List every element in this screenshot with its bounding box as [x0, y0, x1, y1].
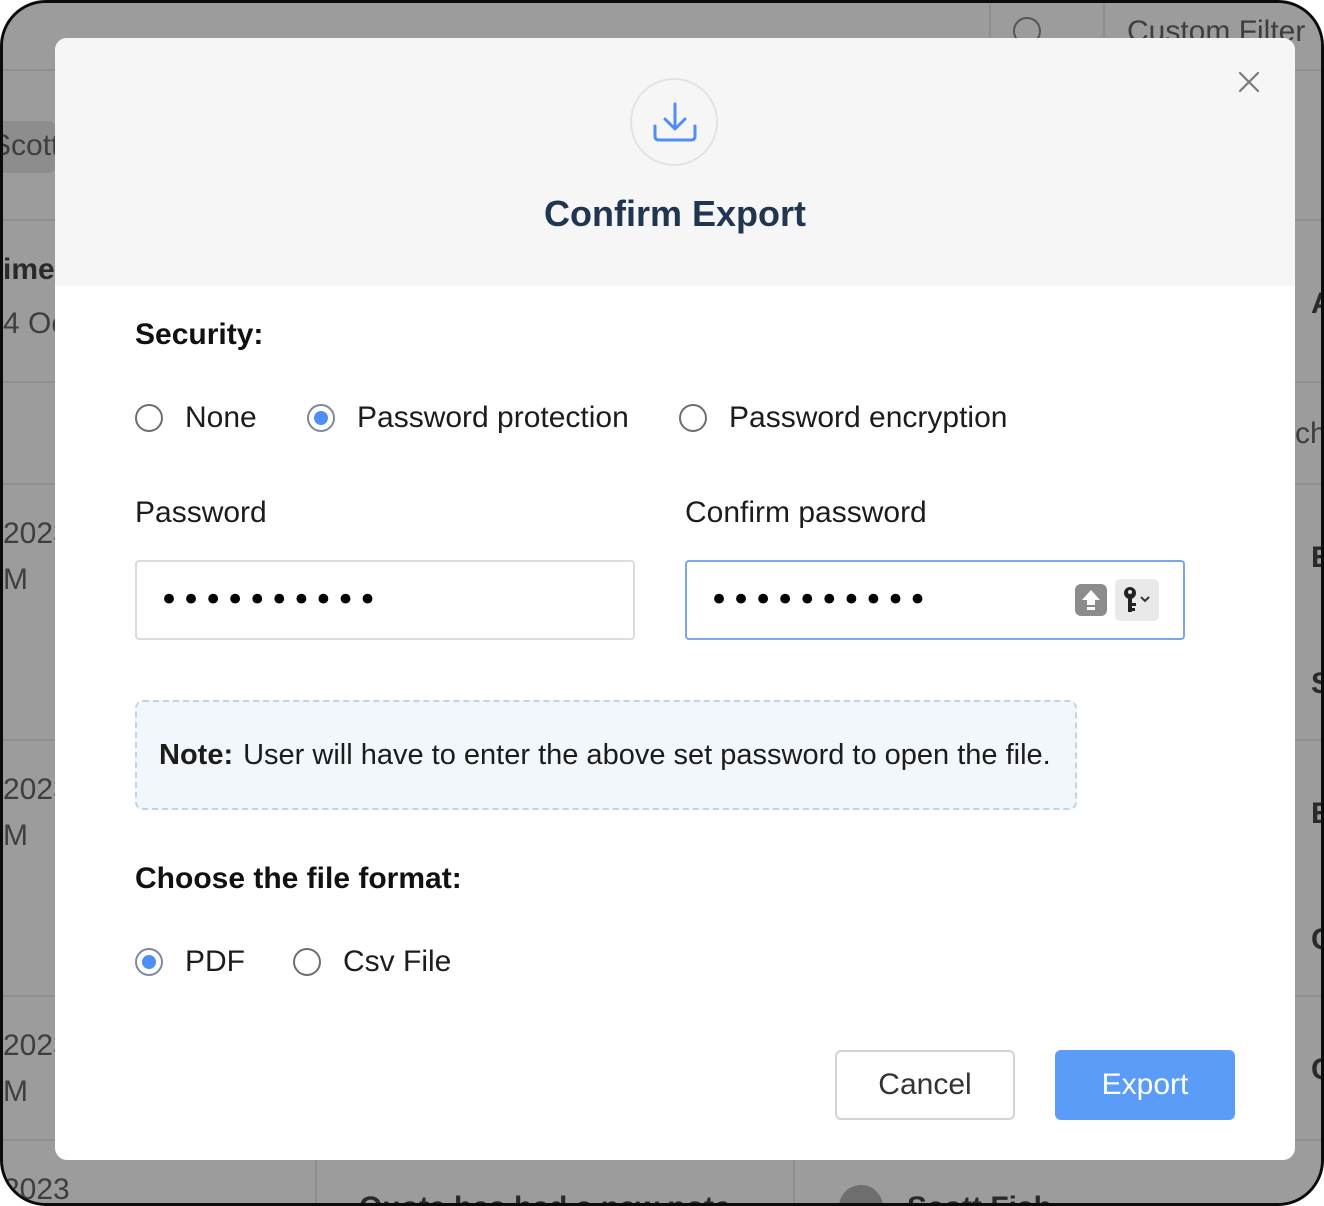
cancel-button[interactable]: Cancel [835, 1050, 1015, 1120]
radio-label: Csv File [343, 945, 452, 978]
dialog-header: Confirm Export [55, 38, 1295, 286]
bg-row-text: Scott Fish [907, 1191, 1052, 1203]
password-input[interactable]: •••••••••• [135, 560, 635, 640]
bg-right-text: ch [1295, 417, 1324, 450]
note-box: Note: User will have to enter the above … [135, 700, 1077, 810]
bg-right-text: S [1311, 667, 1321, 701]
app-frame: Custom Filter Scott ime 4 Oc A ch 2023 M… [0, 0, 1324, 1206]
bg-row-year: 2023 [3, 1173, 70, 1206]
radio-label: None [185, 401, 257, 434]
bg-row-ampm: M [3, 819, 28, 852]
download-icon [630, 78, 718, 166]
radio-circle[interactable] [135, 404, 163, 432]
note-label: Note: [159, 738, 234, 771]
security-option-none[interactable]: None [135, 398, 257, 438]
radio-label: PDF [185, 945, 245, 978]
bg-row-ampm: M [3, 1075, 28, 1108]
security-option-password-protection[interactable]: Password protection [307, 398, 629, 438]
confirm-password-label: Confirm password [685, 496, 927, 529]
note-text: User will have to enter the above set pa… [243, 738, 1051, 771]
key-icon[interactable] [1115, 579, 1159, 621]
bg-row-text: Quote has had a new note... [359, 1191, 756, 1203]
bg-avatar [839, 1185, 883, 1203]
confirm-export-dialog: Confirm Export Security: None Password p… [55, 38, 1295, 1160]
radio-label: Password protection [357, 401, 629, 434]
bg-right-text: C [1311, 1053, 1321, 1087]
security-label: Security: [135, 318, 264, 351]
format-option-csv[interactable]: Csv File [293, 942, 451, 982]
bg-right-text: A [1311, 287, 1321, 321]
dialog-title: Confirm Export [543, 193, 806, 234]
radio-circle[interactable] [293, 948, 321, 976]
radio-circle[interactable] [307, 404, 335, 432]
close-icon[interactable] [1235, 68, 1263, 96]
file-format-label: Choose the file format: [135, 862, 462, 895]
caps-lock-icon [1075, 584, 1107, 616]
bg-chip-text: Scott [3, 129, 60, 162]
bg-right-text: E [1311, 541, 1321, 575]
format-option-pdf[interactable]: PDF [135, 942, 245, 982]
password-label: Password [135, 496, 267, 529]
radio-circle[interactable] [135, 948, 163, 976]
security-option-password-encryption[interactable]: Password encryption [679, 398, 1007, 438]
export-button[interactable]: Export [1055, 1050, 1235, 1120]
bg-right-text: C [1311, 923, 1321, 957]
radio-circle[interactable] [679, 404, 707, 432]
bg-row-ampm: M [3, 563, 28, 596]
bg-col-header: ime [3, 253, 55, 286]
radio-label: Password encryption [729, 401, 1008, 434]
password-tools [1075, 578, 1159, 622]
bg-right-text: E [1311, 797, 1321, 831]
